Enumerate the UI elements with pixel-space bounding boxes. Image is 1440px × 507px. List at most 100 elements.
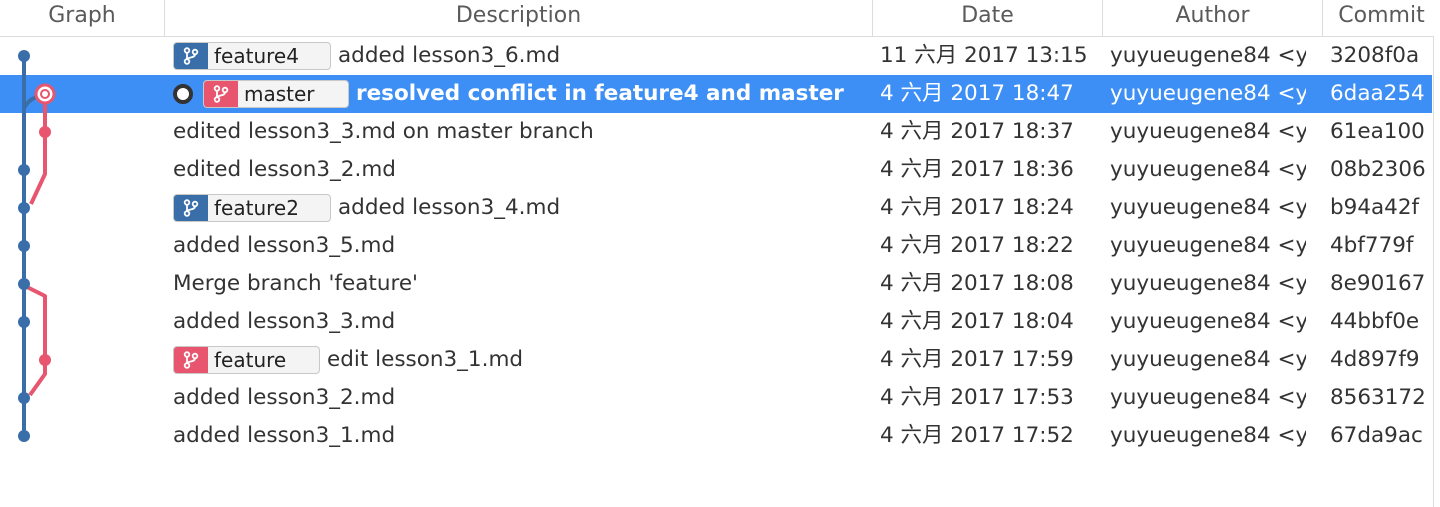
commit-node	[39, 126, 51, 138]
vertical-scrollbar[interactable]	[1433, 36, 1440, 507]
commit-row[interactable]: Merge branch 'feature' 4 六月 2017 18:08 yuy…	[0, 265, 1432, 303]
commit-description: Merge branch 'feature'	[173, 265, 868, 303]
commit-hash: 61ea100	[1330, 119, 1425, 144]
branch-line	[29, 94, 47, 205]
head-indicator-icon	[173, 84, 193, 104]
branch-label: master	[244, 82, 315, 106]
commit-message: edited lesson3_2.md	[173, 157, 396, 182]
branch-icon	[174, 347, 208, 373]
commit-row[interactable]: edited lesson3_2.md 4 六月 2017 18:36 yuyueu…	[0, 151, 1432, 189]
commit-date: 4 六月 2017 18:37	[880, 119, 1074, 144]
commit-hash: 6daa254	[1330, 81, 1425, 106]
commit-message: Merge branch 'feature'	[173, 271, 418, 296]
commit-author: yuyueugene84 <y	[1110, 157, 1306, 182]
column-header-author[interactable]: Author	[1103, 0, 1322, 36]
column-header: Graph Description Date Author Commit	[0, 0, 1440, 37]
commit-description: edited lesson3_2.md	[173, 151, 868, 189]
branch-icon	[174, 43, 208, 69]
commit-author: yuyueugene84 <y	[1110, 385, 1306, 410]
commit-node	[18, 392, 30, 404]
commit-row[interactable]: added lesson3_5.md 4 六月 2017 18:22 yuyueug…	[0, 227, 1432, 265]
commit-message: added lesson3_4.md	[338, 195, 561, 220]
commit-message: edited lesson3_3.md on master branch	[173, 119, 594, 144]
commit-author: yuyueugene84 <y	[1110, 271, 1306, 296]
commit-row[interactable]: edited lesson3_3.md on master branch 4 六月…	[0, 113, 1432, 151]
column-header-date[interactable]: Date	[873, 0, 1102, 36]
commit-author: yuyueugene84 <y	[1110, 119, 1306, 144]
commit-date: 4 六月 2017 18:47	[880, 81, 1074, 106]
commit-date: 11 六月 2017 13:15	[880, 43, 1086, 68]
commit-description: added lesson3_1.md	[173, 417, 868, 455]
commit-description: feature edit lesson3_1.md	[173, 341, 868, 379]
commit-description: added lesson3_5.md	[173, 227, 868, 265]
commit-message: resolved conflict in feature4 and master	[356, 81, 844, 106]
commit-date: 4 六月 2017 18:24	[880, 195, 1074, 220]
commit-hash: b94a42f	[1330, 195, 1420, 220]
commit-date: 4 六月 2017 18:36	[880, 157, 1074, 182]
commit-date: 4 六月 2017 17:59	[880, 347, 1074, 372]
commit-date: 4 六月 2017 17:53	[880, 385, 1074, 410]
branch-badge[interactable]: feature4	[173, 42, 331, 70]
branch-icon	[174, 195, 208, 221]
commit-row[interactable]: added lesson3_1.md 4 六月 2017 17:52 yuyueug…	[0, 417, 1432, 455]
commit-description: added lesson3_3.md	[173, 303, 868, 341]
commit-node	[39, 354, 51, 366]
commit-date: 4 六月 2017 18:08	[880, 271, 1074, 296]
commit-node	[18, 316, 30, 328]
commit-author: yuyueugene84 <y	[1110, 43, 1306, 68]
commit-author: yuyueugene84 <y	[1110, 233, 1306, 258]
commit-message: added lesson3_3.md	[173, 309, 396, 334]
commit-author: yuyueugene84 <y	[1110, 423, 1306, 448]
branch-badge[interactable]: feature2	[173, 194, 331, 222]
commit-message: added lesson3_6.md	[338, 43, 561, 68]
commit-node	[18, 278, 30, 290]
commit-row[interactable]: feature edit lesson3_1.md 4 六月 2017 17:59 y…	[0, 341, 1432, 379]
commit-hash: 3208f0a	[1330, 43, 1420, 68]
commit-node	[18, 240, 30, 252]
commit-message: added lesson3_5.md	[173, 233, 396, 258]
commit-node	[18, 430, 30, 442]
commit-description: master resolved conflict in feature4 and …	[173, 75, 868, 113]
commit-graph	[18, 50, 56, 442]
commit-node	[18, 50, 30, 62]
column-header-graph[interactable]: Graph	[0, 0, 164, 36]
commit-hash: 4d897f9	[1330, 347, 1420, 372]
commit-date: 4 六月 2017 17:52	[880, 423, 1074, 448]
commit-description: added lesson3_2.md	[173, 379, 868, 417]
column-header-commit[interactable]: Commit	[1323, 0, 1440, 36]
commit-row[interactable]: feature4 added lesson3_6.md 11 六月 2017 13:…	[0, 37, 1432, 75]
commit-row[interactable]: feature2 added lesson3_4.md 4 六月 2017 18:2…	[0, 189, 1432, 227]
commit-hash: 44bbf0e	[1330, 309, 1420, 334]
commit-hash: 4bf779f	[1330, 233, 1414, 258]
branch-label: feature2	[214, 196, 299, 220]
commit-author: yuyueugene84 <y	[1110, 309, 1306, 334]
commit-description: feature2 added lesson3_4.md	[173, 189, 868, 227]
commit-author: yuyueugene84 <y	[1110, 195, 1306, 220]
branch-icon	[204, 81, 238, 107]
commit-node-inner	[40, 89, 50, 99]
commit-row[interactable]: master resolved conflict in feature4 and …	[0, 75, 1432, 113]
commit-node	[18, 164, 30, 176]
commit-message: edit lesson3_1.md	[327, 347, 524, 372]
branch-badge[interactable]: master	[203, 80, 349, 108]
commit-author: yuyueugene84 <y	[1110, 347, 1306, 372]
branch-label: feature4	[214, 44, 299, 68]
branch-label: feature	[214, 348, 287, 372]
column-header-description[interactable]: Description	[165, 0, 872, 36]
branch-badge[interactable]: feature	[173, 346, 320, 374]
commit-message: added lesson3_1.md	[173, 423, 396, 448]
branch-line	[26, 285, 47, 397]
commit-message: added lesson3_2.md	[173, 385, 396, 410]
commit-hash: 67da9ac	[1330, 423, 1423, 448]
commit-hash: 8e90167	[1330, 271, 1426, 296]
commit-hash: 8563172	[1330, 385, 1426, 410]
commit-row[interactable]: added lesson3_3.md 4 六月 2017 18:04 yuyueug…	[0, 303, 1432, 341]
commit-hash: 08b2306	[1330, 157, 1426, 182]
commit-node	[18, 202, 30, 214]
commit-author: yuyueugene84 <y	[1110, 81, 1306, 106]
commit-description: feature4 added lesson3_6.md	[173, 37, 868, 75]
commit-date: 4 六月 2017 18:04	[880, 309, 1074, 334]
commit-row[interactable]: added lesson3_2.md 4 六月 2017 17:53 yuyueug…	[0, 379, 1432, 417]
commit-description: edited lesson3_3.md on master branch	[173, 113, 868, 151]
commit-date: 4 六月 2017 18:22	[880, 233, 1074, 258]
